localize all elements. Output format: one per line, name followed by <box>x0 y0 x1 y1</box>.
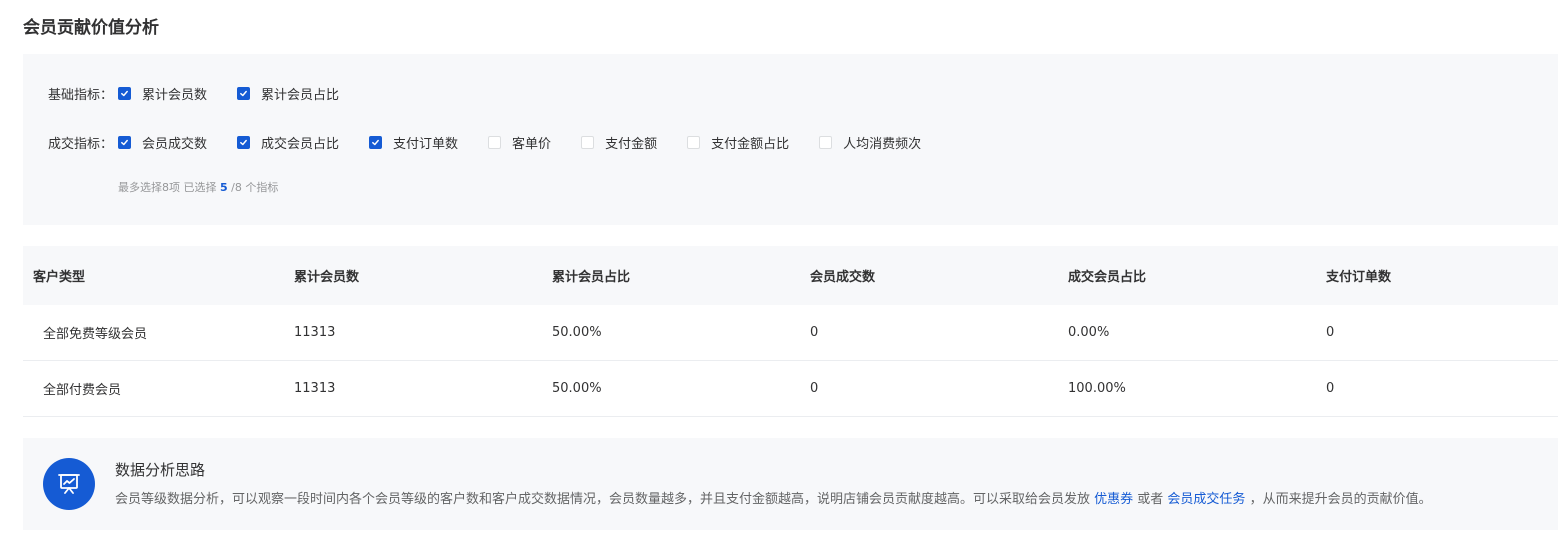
tip-text-before: 会员等级数据分析，可以观察一段时间内各个会员等级的客户数和客户成交数据情况，会员… <box>115 492 1095 507</box>
indicator-label: 成交会员占比 <box>261 136 340 152</box>
table-cell: 50.00% <box>552 381 602 396</box>
indicator-checkbox-item[interactable]: 支付金额 <box>581 133 657 152</box>
tip-text: 会员等级数据分析，可以观察一段时间内各个会员等级的客户数和客户成交数据情况，会员… <box>115 488 1432 507</box>
indicator-label: 人均消费频次 <box>843 136 922 152</box>
table-cell: 全部付费会员 <box>43 383 122 398</box>
table-cell: 0 <box>810 381 819 396</box>
table-cell: 50.00% <box>552 325 602 340</box>
column-header: 累计会员数 <box>294 270 360 285</box>
basic-indicator-label: 基础指标： <box>48 87 114 103</box>
indicator-label: 累计会员数 <box>142 87 208 103</box>
table-cell: 0.00% <box>1068 325 1110 340</box>
hint-prefix: 最多选择8项 已选择 <box>118 181 220 194</box>
table-cell: 11313 <box>294 381 336 396</box>
analysis-tip-panel: 数据分析思路 会员等级数据分析，可以观察一段时间内各个会员等级的客户数和客户成交… <box>23 438 1558 530</box>
indicator-checkbox-item[interactable]: 会员成交数 <box>118 133 207 152</box>
indicator-checkbox-item[interactable]: 累计会员数 <box>118 84 207 103</box>
tip-text-middle: 或者 <box>1133 492 1168 507</box>
column-header: 支付订单数 <box>1326 270 1392 285</box>
table-cell: 全部免费等级会员 <box>43 327 148 342</box>
checkbox-checked[interactable] <box>237 86 251 100</box>
table-cell: 0 <box>1326 381 1335 396</box>
tip-title: 数据分析思路 <box>115 461 206 479</box>
column-header: 客户类型 <box>33 270 86 285</box>
table-row: 全部免费等级会员 11313 50.00% 0 0.00% 0 <box>23 305 1558 361</box>
indicator-label: 支付金额 <box>605 136 658 152</box>
column-header: 会员成交数 <box>810 270 876 285</box>
deal-indicator-label: 成交指标： <box>48 136 114 152</box>
checkbox-checked[interactable] <box>237 135 251 149</box>
table-cell: 0 <box>1326 325 1335 340</box>
checkbox-unchecked[interactable] <box>819 135 833 149</box>
indicator-label: 累计会员占比 <box>261 87 340 103</box>
page-title: 会员贡献价值分析 <box>23 18 159 38</box>
indicator-checkbox-item[interactable]: 人均消费频次 <box>819 133 921 152</box>
table-cell: 0 <box>810 325 819 340</box>
hint-suffix: /8 个指标 <box>227 181 279 194</box>
coupon-link[interactable]: 优惠券 <box>1094 492 1133 507</box>
table-row: 全部付费会员 11313 50.00% 0 100.00% 0 <box>23 361 1558 417</box>
table-cell: 100.00% <box>1068 381 1126 396</box>
indicator-checkbox-item[interactable]: 支付金额占比 <box>687 133 789 152</box>
indicator-label: 支付订单数 <box>393 136 459 152</box>
indicator-label: 支付金额占比 <box>711 136 790 152</box>
indicator-checkbox-item[interactable]: 支付订单数 <box>369 133 458 152</box>
checkbox-checked[interactable] <box>369 135 383 149</box>
indicator-checkbox-item[interactable]: 成交会员占比 <box>237 133 339 152</box>
indicator-label: 会员成交数 <box>142 136 208 152</box>
selected-count: 5 <box>220 181 228 194</box>
indicator-checkbox-item[interactable]: 客单价 <box>488 133 551 152</box>
indicator-filter-panel: 基础指标： 累计会员数 累计会员占比 成交指标： 会员成交数 成交会员占比 支付订单数… <box>23 54 1558 225</box>
presentation-chart-icon <box>43 458 95 510</box>
column-header: 成交会员占比 <box>1068 270 1147 285</box>
selection-hint: 最多选择8项 已选择 5 /8 个指标 <box>118 179 278 195</box>
table-header: 客户类型 累计会员数 累计会员占比 会员成交数 成交会员占比 支付订单数 <box>23 246 1558 305</box>
indicator-label: 客单价 <box>512 136 552 152</box>
basic-indicator-row: 基础指标： 累计会员数 累计会员占比 <box>48 83 369 103</box>
checkbox-unchecked[interactable] <box>687 135 701 149</box>
checkbox-unchecked[interactable] <box>488 135 502 149</box>
tip-text-after: ，从而来提升会员的贡献价值。 <box>1245 492 1432 507</box>
checkbox-checked[interactable] <box>118 135 131 149</box>
table-cell: 11313 <box>294 325 336 340</box>
column-header: 累计会员占比 <box>552 270 631 285</box>
member-contribution-table: 客户类型 累计会员数 累计会员占比 会员成交数 成交会员占比 支付订单数 全部免费等级会员… <box>23 246 1558 417</box>
member-deal-task-link[interactable]: 会员成交任务 <box>1167 492 1245 507</box>
checkbox-checked[interactable] <box>118 86 131 100</box>
checkbox-unchecked[interactable] <box>581 135 595 149</box>
indicator-checkbox-item[interactable]: 累计会员占比 <box>237 84 339 103</box>
deal-indicator-row: 成交指标： 会员成交数 成交会员占比 支付订单数 客单价 支付金额 支付金额占比 人均消费频… <box>48 132 951 152</box>
